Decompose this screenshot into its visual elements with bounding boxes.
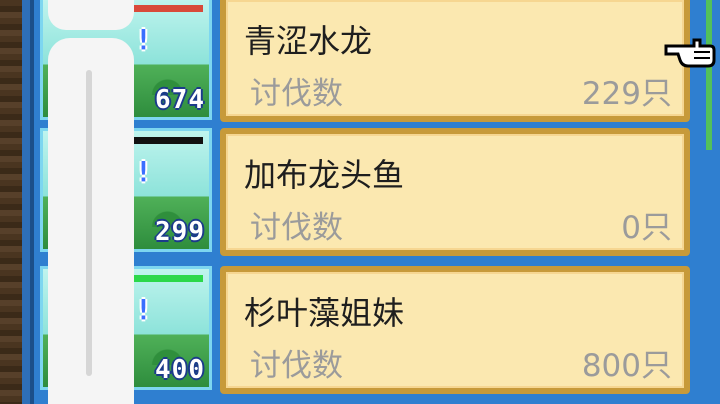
monster-card[interactable]: 杉叶藻姐妹 讨伐数 800只 bbox=[220, 266, 690, 394]
thumbnail-count: 299 bbox=[155, 217, 205, 247]
exclamation-icon: ! bbox=[135, 155, 152, 188]
exclamation-icon: ! bbox=[135, 23, 152, 56]
monster-card[interactable]: 青涩水龙 讨伐数 229只 bbox=[220, 0, 690, 122]
thumbnail-count: 400 bbox=[155, 355, 205, 385]
kill-count-label: 讨伐数 bbox=[250, 348, 343, 384]
kill-count-value: 0只 bbox=[621, 210, 672, 246]
hp-bar bbox=[133, 137, 203, 144]
monster-name: 青涩水龙 bbox=[244, 22, 373, 60]
monster-name: 杉叶藻姐妹 bbox=[244, 294, 405, 332]
pointing-hand-icon bbox=[664, 38, 716, 68]
monster-card[interactable]: 加布龙头鱼 讨伐数 0只 bbox=[220, 128, 690, 256]
thumbnail-count: 674 bbox=[155, 85, 205, 115]
overlay-scroll-bar[interactable] bbox=[86, 70, 92, 376]
kill-count-value: 800只 bbox=[581, 348, 672, 384]
hp-bar bbox=[133, 5, 203, 12]
hp-bar bbox=[133, 275, 203, 282]
kill-count-label: 讨伐数 bbox=[250, 76, 343, 112]
overlay-pull-handle[interactable] bbox=[48, 0, 134, 30]
list-item[interactable]: ! 299 加布龙头鱼 讨伐数 0只 bbox=[34, 128, 720, 264]
list-scrollbar-thumb[interactable] bbox=[706, 0, 712, 150]
wood-frame-left bbox=[0, 0, 30, 404]
list-item[interactable]: ! 400 杉叶藻姐妹 讨伐数 800只 bbox=[34, 266, 720, 402]
kill-count-value: 229只 bbox=[581, 76, 672, 112]
exclamation-icon: ! bbox=[135, 293, 152, 326]
kill-count-label: 讨伐数 bbox=[250, 210, 343, 246]
monster-name: 加布龙头鱼 bbox=[244, 156, 405, 194]
list-item[interactable]: ! 674 青涩水龙 讨伐数 229只 bbox=[34, 0, 720, 126]
